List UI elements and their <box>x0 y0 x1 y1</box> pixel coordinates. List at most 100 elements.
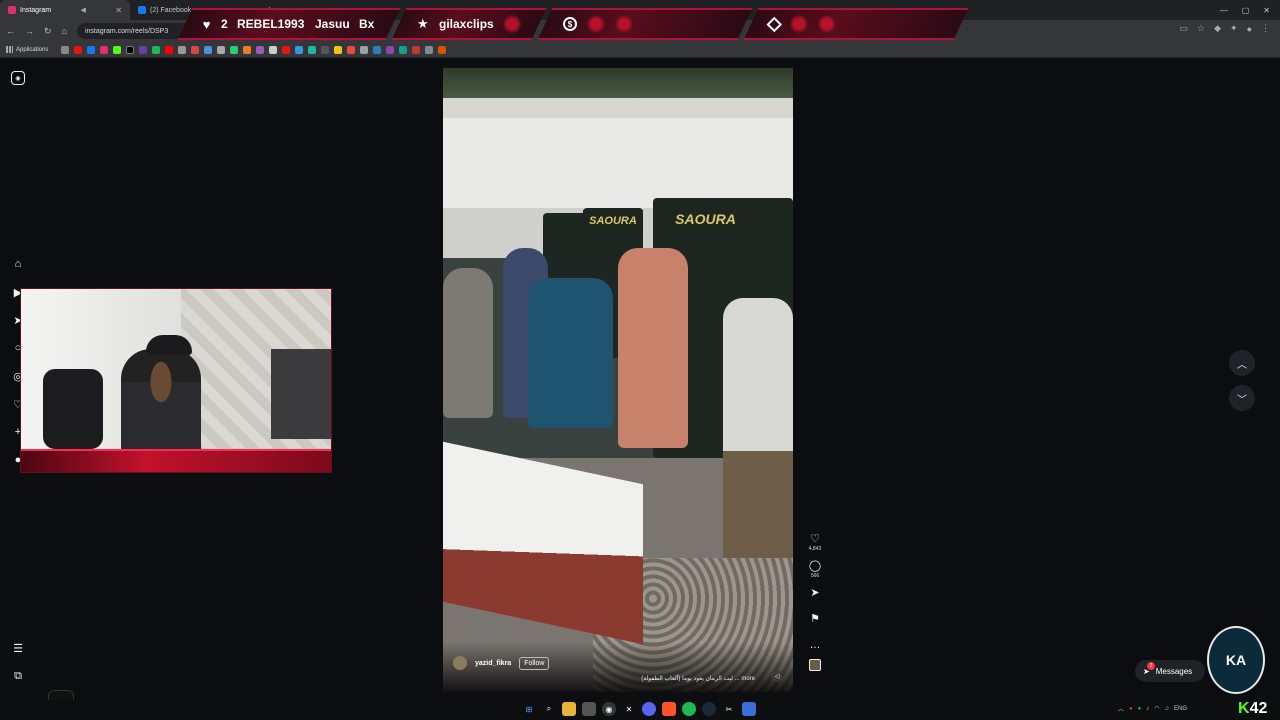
overlay-segment-followers: ♥ 2 REBEL1993 Jasuu Bx <box>177 8 401 40</box>
bookmark-icon[interactable] <box>243 45 252 54</box>
back-icon[interactable]: ← <box>6 26 15 36</box>
bookmark-icon[interactable] <box>282 45 291 54</box>
more-options-icon[interactable]: … <box>810 639 821 651</box>
app-icon[interactable] <box>742 702 756 716</box>
instagram-logo-icon[interactable]: ◉ <box>11 71 25 85</box>
spotify-icon[interactable] <box>682 702 696 716</box>
tray-volume-icon[interactable]: ♫ <box>1165 706 1170 712</box>
close-tab-icon[interactable]: ✕ <box>115 6 122 15</box>
facebook-favicon-icon <box>138 6 146 14</box>
brave-icon[interactable] <box>662 702 676 716</box>
overlay-segment-sub <box>743 8 969 40</box>
overlay-name: Jasuu <box>314 17 350 31</box>
also-from-meta-icon[interactable]: ⧉ <box>11 669 25 683</box>
share-icon[interactable]: ➤ <box>810 587 819 599</box>
overlay-segment-donation: $ <box>537 8 753 40</box>
bookmark-icon[interactable] <box>191 45 200 54</box>
cloud-emblem-icon <box>818 15 837 33</box>
bookmark-icon[interactable] <box>126 45 135 54</box>
close-window-button[interactable]: ✕ <box>1263 6 1270 15</box>
mute-tab-icon[interactable]: ◀ <box>81 6 86 14</box>
bookmark-icon[interactable] <box>230 45 239 54</box>
bookmark-icon[interactable] <box>308 45 317 54</box>
author-username[interactable]: yazid_fikra <box>475 660 511 667</box>
cast-icon[interactable]: ▭ <box>1180 23 1189 34</box>
bookmark-icon[interactable] <box>178 45 187 54</box>
bookmark-icon[interactable] <box>386 45 395 54</box>
bookmark-icon[interactable] <box>360 45 369 54</box>
save-bookmark-icon[interactable]: ⚑ <box>810 613 820 625</box>
cloud-emblem-icon <box>587 15 606 33</box>
bookmark-icon[interactable] <box>347 45 356 54</box>
minimize-button[interactable]: — <box>1220 6 1228 15</box>
bookmark-icon[interactable] <box>165 45 174 54</box>
bookmark-icon[interactable] <box>334 45 343 54</box>
bookmark-icon[interactable] <box>438 45 447 54</box>
chrome-icon[interactable]: ◉ <box>602 702 616 716</box>
arcade-sign: SAOURA <box>583 210 643 232</box>
tray-app-icon[interactable]: ● <box>1138 706 1142 712</box>
comment-icon[interactable]: ◯ <box>809 560 821 572</box>
bookmark-icon[interactable] <box>295 45 304 54</box>
tray-chevron-icon[interactable]: ︿ <box>1118 704 1124 713</box>
extension-icon[interactable]: ◆ <box>1214 23 1221 34</box>
apps-label: Applications <box>16 46 49 53</box>
overlay-highlight-name: gilaxclips <box>438 17 494 31</box>
puzzle-icon[interactable]: ✦ <box>1230 23 1238 34</box>
home-icon[interactable]: ⌂ <box>62 26 67 36</box>
bookmark-star-icon[interactable]: ☆ <box>1197 23 1205 34</box>
bookmark-icon[interactable] <box>152 45 161 54</box>
diamond-icon <box>766 16 783 32</box>
reload-icon[interactable]: ↻ <box>44 26 52 37</box>
windows-taskbar: ⊞ ⌕ ◉ ✕ ✂ ︿ ● ● ♪ ◠ ♫ ENG <box>0 700 1280 720</box>
reel-video[interactable]: SAOURA SAOURA yazid_fikra Follow ليت الز… <box>443 68 793 692</box>
follow-button[interactable]: Follow <box>519 656 550 670</box>
bookmark-icon[interactable] <box>412 45 421 54</box>
home-icon[interactable]: ⌂ <box>11 257 25 271</box>
like-heart-icon[interactable]: ♡ <box>810 533 820 545</box>
xbox-icon[interactable]: ✕ <box>622 702 636 716</box>
bookmark-icon[interactable] <box>269 45 278 54</box>
more-menu-icon[interactable]: ☰ <box>11 641 25 655</box>
bookmark-icon[interactable] <box>256 45 265 54</box>
windows-start-icon[interactable]: ⊞ <box>522 702 536 716</box>
menu-kebab-icon[interactable]: ⋮ <box>1261 23 1270 34</box>
language-indicator[interactable]: ENG <box>1174 706 1187 712</box>
bookmark-icon[interactable] <box>74 45 83 54</box>
next-reel-button[interactable]: ﹀ <box>1229 385 1255 411</box>
capcut-icon[interactable]: ✂ <box>722 702 736 716</box>
foosball-table <box>443 441 643 645</box>
kick-viewer-counter: K42 <box>1238 700 1268 717</box>
profile-icon[interactable]: ● <box>1247 24 1252 34</box>
bookmark-icon[interactable] <box>425 45 434 54</box>
bookmark-icon[interactable] <box>399 45 408 54</box>
file-explorer-icon[interactable] <box>562 702 576 716</box>
author-avatar[interactable] <box>453 656 467 670</box>
messages-button[interactable]: ➤ 3 Messages <box>1135 660 1205 682</box>
previous-reel-button[interactable]: ︿ <box>1229 350 1255 376</box>
bookmark-icon[interactable] <box>204 45 213 54</box>
bookmark-icon[interactable] <box>113 45 122 54</box>
search-icon[interactable]: ⌕ <box>542 702 556 716</box>
tray-app-icon[interactable]: ● <box>1129 706 1133 712</box>
taskbar-apps: ⊞ ⌕ ◉ ✕ ✂ <box>522 702 756 716</box>
reel-caption-text[interactable]: ليت الزمان يعود يوما (ألعاب الطفولة) ...… <box>641 675 755 682</box>
apps-shortcut[interactable]: Applications <box>6 46 48 53</box>
steam-icon[interactable] <box>702 702 716 716</box>
bookmark-icon[interactable] <box>217 45 226 54</box>
original-audio-thumbnail[interactable] <box>809 659 821 671</box>
forward-icon[interactable]: → <box>25 26 34 36</box>
tray-mic-icon[interactable]: ♪ <box>1146 706 1149 712</box>
bookmark-icon[interactable] <box>61 45 70 54</box>
bookmark-icon[interactable] <box>139 45 148 54</box>
tab-instagram[interactable]: Instagram ◀ ✕ <box>0 0 130 20</box>
bookmark-icon[interactable] <box>100 45 109 54</box>
bookmark-icon[interactable] <box>321 45 330 54</box>
tray-wifi-icon[interactable]: ◠ <box>1154 705 1159 712</box>
bookmark-icon[interactable] <box>373 45 382 54</box>
discord-icon[interactable] <box>642 702 656 716</box>
bookmark-icon[interactable] <box>87 45 96 54</box>
mute-toggle-icon[interactable]: ◁ <box>771 670 783 682</box>
maximize-button[interactable]: ▢ <box>1242 6 1250 15</box>
store-icon[interactable] <box>582 702 596 716</box>
